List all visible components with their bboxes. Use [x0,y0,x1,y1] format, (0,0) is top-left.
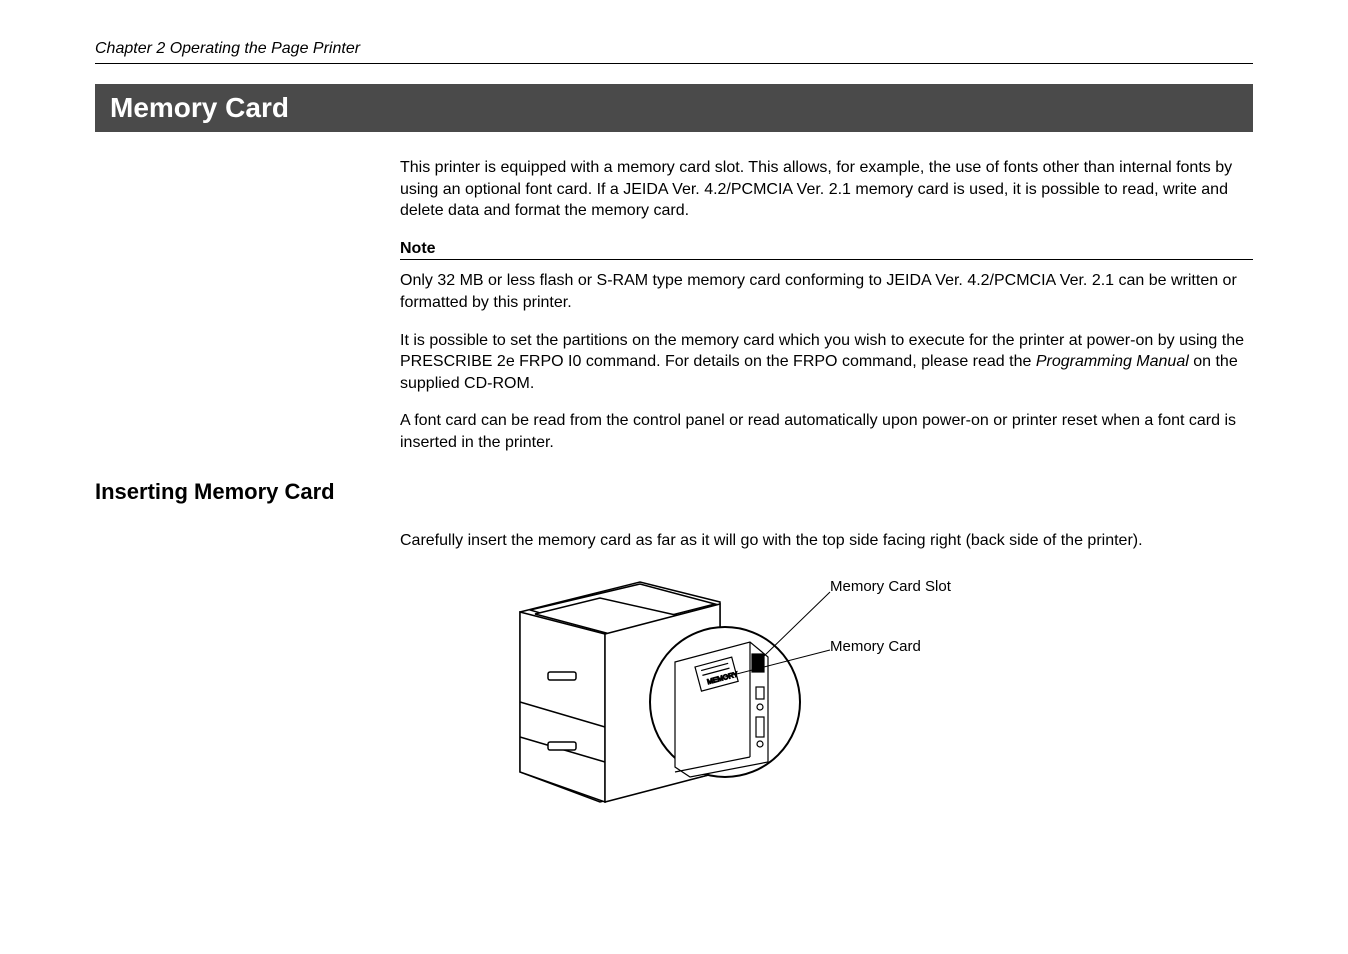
subsection-title: Inserting Memory Card [95,479,1253,505]
note-label-row: Note [400,238,1253,261]
callout-memory-card: Memory Card [830,637,921,657]
frpo-paragraph: It is possible to set the partitions on … [400,330,1253,395]
frpo-italic: Programming Manual [1036,353,1189,370]
main-content: This printer is equipped with a memory c… [400,157,1253,454]
insert-paragraph: Carefully insert the memory card as far … [400,530,1253,552]
chapter-header: Chapter 2 Operating the Page Printer [95,40,1253,58]
section-title-bar: Memory Card [95,84,1253,132]
subsection-content: Carefully insert the memory card as far … [400,530,1253,848]
callout-memory-card-slot: Memory Card Slot [830,577,951,597]
figure-area: MEMORY Memory Card Slot Memory Card [400,567,1253,847]
section-title: Memory Card [110,92,289,123]
header-rule [95,63,1253,64]
note-label: Note [400,238,436,260]
printer-diagram: MEMORY [500,572,840,812]
font-card-paragraph: A font card can be read from the control… [400,410,1253,453]
intro-paragraph: This printer is equipped with a memory c… [400,157,1253,222]
note-paragraph: Only 32 MB or less flash or S-RAM type m… [400,270,1253,313]
